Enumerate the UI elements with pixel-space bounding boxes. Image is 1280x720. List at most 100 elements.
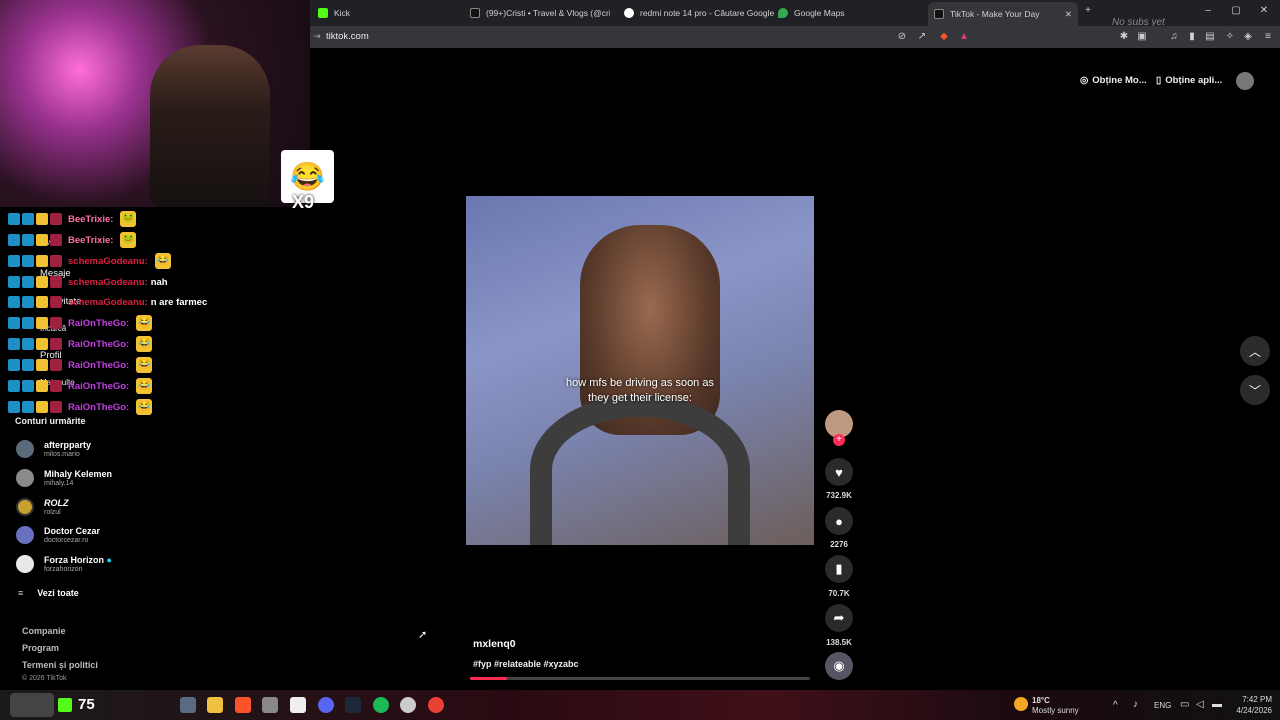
close-tab-icon[interactable]: ✕ bbox=[1065, 9, 1072, 20]
share-arrow-icon: ➦ bbox=[833, 610, 845, 625]
account-item[interactable]: Mihaly Kelemen mihaly.14 bbox=[16, 465, 112, 491]
next-video-button[interactable]: ﹀ bbox=[1240, 375, 1270, 405]
chat-emote-icon: 😂 bbox=[136, 378, 153, 394]
chat-badge-icon bbox=[8, 317, 20, 329]
window-close-icon[interactable]: ✕ bbox=[1258, 5, 1270, 17]
chat-badge-icon bbox=[36, 234, 48, 246]
weather-temp[interactable]: 18°C bbox=[1032, 696, 1050, 705]
obs-icon[interactable] bbox=[262, 697, 278, 713]
viewer-count: 75 bbox=[78, 696, 95, 713]
like-button[interactable]: ♥ bbox=[825, 458, 853, 486]
account-item[interactable]: afterpparty milos.mario bbox=[16, 436, 91, 462]
chat-badge-icon bbox=[50, 255, 62, 267]
chat-emote-icon: 🐸 bbox=[120, 232, 137, 248]
brave-browser-icon[interactable] bbox=[235, 697, 251, 713]
share-button[interactable]: ➦ bbox=[825, 604, 853, 632]
chat-badge-icon bbox=[50, 234, 62, 246]
footer-terms-link[interactable]: Termeni și politici bbox=[22, 660, 98, 670]
chat-username: RaiOnTheGo: bbox=[68, 401, 130, 413]
wallet-icon[interactable]: ▤ bbox=[1204, 31, 1216, 43]
chat-badges bbox=[8, 296, 62, 308]
comment-button[interactable]: ● bbox=[825, 507, 853, 535]
video-progress-bar[interactable] bbox=[470, 677, 810, 680]
chat-badge-icon bbox=[22, 276, 34, 288]
steering-wheel bbox=[530, 395, 750, 545]
webcam-thumb bbox=[10, 693, 54, 717]
kick-icon bbox=[58, 698, 72, 712]
chat-emote-icon: 😂 bbox=[136, 399, 153, 415]
sound-disc[interactable]: ◉ bbox=[825, 652, 853, 680]
video-author[interactable]: mxlenq0 bbox=[473, 638, 516, 650]
follow-plus-icon[interactable]: + bbox=[833, 434, 845, 446]
new-tab-icon[interactable]: + bbox=[1082, 5, 1094, 17]
previous-video-button[interactable]: ︿ bbox=[1240, 336, 1270, 366]
settings-icon[interactable] bbox=[400, 697, 416, 713]
tab-kick[interactable]: Kick bbox=[318, 3, 458, 23]
chat-badge-icon bbox=[22, 213, 34, 225]
vpn-icon[interactable]: ◈ bbox=[1242, 31, 1254, 43]
chat-badge-icon bbox=[36, 359, 48, 371]
account-item[interactable]: Doctor Cezar doctorcezar.ro bbox=[16, 522, 100, 548]
microphone-icon[interactable]: ♪ bbox=[1133, 699, 1138, 710]
menu-icon[interactable]: ≡ bbox=[1262, 31, 1274, 43]
file-explorer-icon[interactable] bbox=[207, 697, 223, 713]
volume-icon[interactable]: ◁ bbox=[1196, 699, 1204, 710]
clock-date[interactable]: 4/24/2026 bbox=[1230, 706, 1272, 715]
sidebar-icon[interactable]: ▮ bbox=[1186, 31, 1198, 43]
address-bar[interactable]: tiktok.com ⊘ ↗ ◆ ▲ ✱ ▣ ♫ ▮ ▤ ✧ ◈ ≡ bbox=[310, 26, 1280, 48]
heart-icon: ♥ bbox=[835, 464, 843, 480]
avatar bbox=[16, 526, 34, 544]
tab-cristi[interactable]: (99+)Cristi • Travel & Vlogs (@cristi... bbox=[470, 3, 610, 23]
profile-avatar[interactable] bbox=[1236, 72, 1254, 90]
rewards-icon[interactable]: ▲ bbox=[958, 31, 970, 43]
steam-icon[interactable] bbox=[345, 697, 361, 713]
media-icon[interactable]: ♫ bbox=[1168, 31, 1180, 43]
battery-icon[interactable]: ▬ bbox=[1212, 699, 1222, 710]
tab-google-maps[interactable]: Google Maps bbox=[778, 3, 918, 23]
video-tags[interactable]: #fyp #relateable #xyzabc bbox=[473, 659, 579, 669]
chat-username: RaiOnTheGo: bbox=[68, 380, 130, 392]
chrome-icon[interactable] bbox=[428, 697, 444, 713]
chat-badge-icon bbox=[22, 338, 34, 350]
emote-counter: X9 bbox=[292, 192, 315, 212]
chat-username: schemaGodeanu: bbox=[68, 276, 148, 288]
clock-time[interactable]: 7:42 PM bbox=[1238, 695, 1272, 704]
tab-google-search[interactable]: redmi note 14 pro - Căutare Google bbox=[624, 3, 774, 23]
footer-program-link[interactable]: Program bbox=[22, 643, 59, 653]
ai-icon[interactable]: ✧ bbox=[1224, 31, 1236, 43]
network-icon[interactable]: ▭ bbox=[1180, 699, 1189, 710]
spotify-icon[interactable] bbox=[373, 697, 389, 713]
language-indicator[interactable]: ENG bbox=[1154, 701, 1171, 710]
brave-shield-icon[interactable]: ◆ bbox=[938, 31, 950, 43]
task-view-icon[interactable] bbox=[180, 697, 196, 713]
minimize-icon[interactable]: – bbox=[1202, 5, 1214, 17]
coin-icon: ◎ bbox=[1080, 74, 1089, 86]
chat-badge-icon bbox=[22, 317, 34, 329]
share-icon[interactable]: ↗ bbox=[916, 31, 928, 43]
chevron-up-icon: ︿ bbox=[1248, 344, 1261, 359]
url-text[interactable]: tiktok.com bbox=[313, 31, 369, 42]
see-all-button[interactable]: ≡ Vezi toate bbox=[18, 580, 79, 606]
maximize-icon[interactable]: ▢ bbox=[1230, 5, 1242, 17]
chat-message: schemaGodeanu: nah bbox=[8, 273, 168, 291]
chat-badges bbox=[8, 234, 62, 246]
mute-icon[interactable]: ⊘ bbox=[896, 31, 908, 43]
account-item[interactable]: Forza Horizon ● forzahorizon bbox=[16, 551, 112, 577]
chat-emote-icon: 😂 bbox=[154, 253, 171, 269]
author-avatar[interactable]: + bbox=[825, 410, 853, 446]
comment-count: 2276 bbox=[830, 540, 848, 549]
save-button[interactable]: ▮ bbox=[825, 555, 853, 583]
chat-badge-icon bbox=[22, 255, 34, 267]
google-icon bbox=[624, 8, 634, 18]
screenshot-icon[interactable]: ▣ bbox=[1136, 31, 1148, 43]
discord-icon[interactable] bbox=[318, 697, 334, 713]
account-item[interactable]: ROLZ rolzul bbox=[16, 494, 69, 520]
get-coins-button[interactable]: ◎ Obține Mo... bbox=[1080, 70, 1147, 90]
store-icon[interactable] bbox=[290, 697, 306, 713]
tray-overflow-icon[interactable]: ^ bbox=[1113, 700, 1118, 711]
tab-tiktok[interactable]: TikTok - Make Your Day ✕ bbox=[928, 2, 1078, 26]
footer-company-link[interactable]: Companie bbox=[22, 626, 66, 636]
extensions-icon[interactable]: ✱ bbox=[1118, 31, 1130, 43]
weather-desc[interactable]: Mostly sunny bbox=[1032, 706, 1079, 715]
get-app-button[interactable]: ▯ Obține apli... bbox=[1156, 70, 1222, 90]
